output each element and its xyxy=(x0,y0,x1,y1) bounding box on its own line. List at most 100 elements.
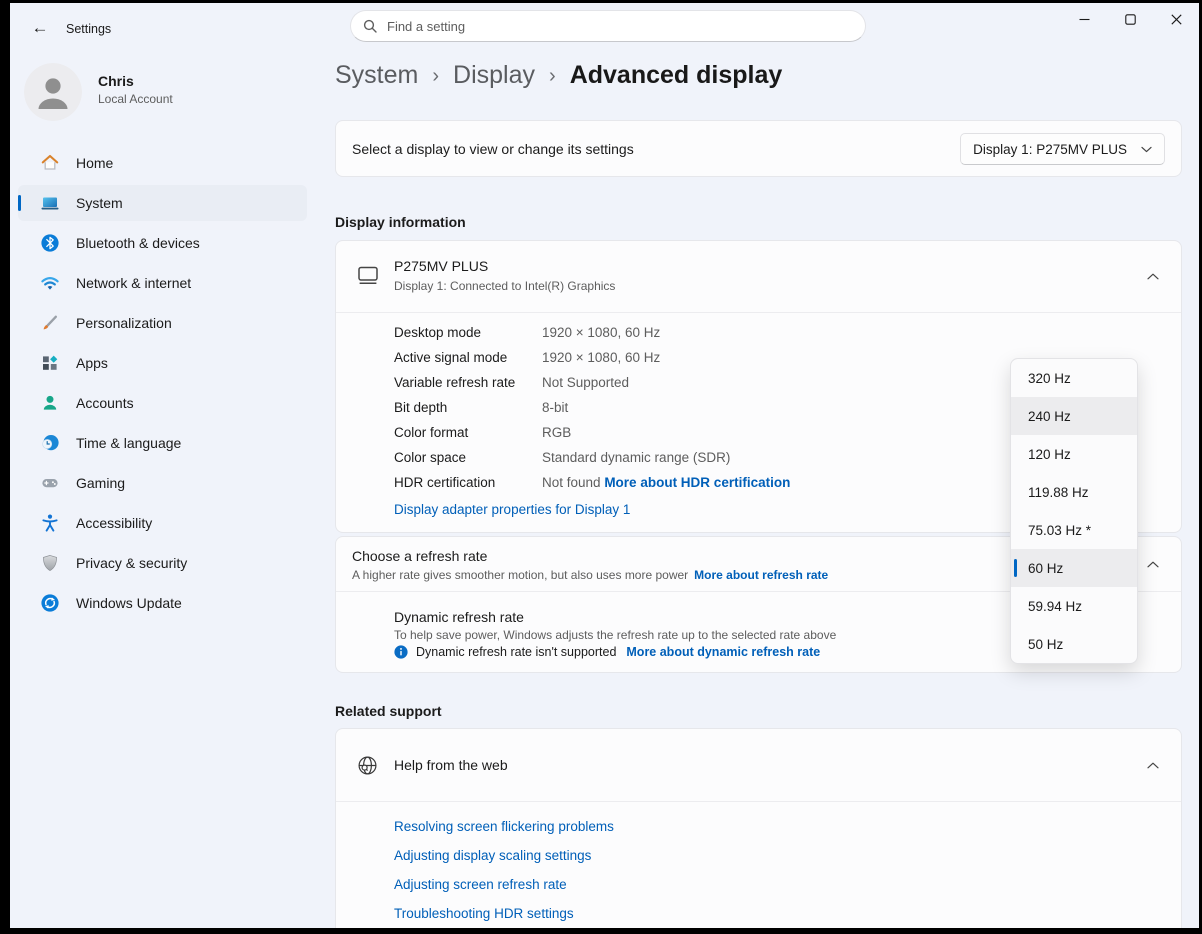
rate-option-240hz[interactable]: 240 Hz xyxy=(1011,397,1137,435)
sidebar-item-bluetooth-devices[interactable]: Bluetooth & devices xyxy=(18,225,307,261)
selected-accent-pill xyxy=(18,195,21,211)
privacy-icon xyxy=(40,553,60,573)
close-button[interactable] xyxy=(1153,3,1199,35)
display-select-dropdown[interactable]: Display 1: P275MV PLUS xyxy=(960,133,1165,165)
rate-option-119-88hz[interactable]: 119.88 Hz xyxy=(1011,473,1137,511)
sidebar: Chris Local Account Home System Bluetoot… xyxy=(10,53,330,928)
accessibility-icon xyxy=(40,513,60,533)
time-language-icon xyxy=(40,433,60,453)
rate-option-75-03hz[interactable]: 75.03 Hz * xyxy=(1011,511,1137,549)
more-about-refresh-rate-link[interactable]: More about refresh rate xyxy=(694,568,828,582)
sidebar-item-label: System xyxy=(76,195,123,211)
rate-option-59-94hz[interactable]: 59.94 Hz xyxy=(1011,587,1137,625)
selected-accent-pill xyxy=(1014,559,1017,577)
maximize-button[interactable] xyxy=(1107,3,1153,35)
info-row-desktop-mode: Desktop mode1920 × 1080, 60 Hz xyxy=(394,320,1181,345)
page-title: Advanced display xyxy=(570,61,783,90)
help-link-screen-flickering[interactable]: Resolving screen flickering problems xyxy=(394,819,1181,848)
help-link-hdr-settings[interactable]: Troubleshooting HDR settings xyxy=(394,906,1181,928)
rate-option-120hz[interactable]: 120 Hz xyxy=(1011,435,1137,473)
sidebar-item-accessibility[interactable]: Accessibility xyxy=(18,505,307,541)
sidebar-item-label: Bluetooth & devices xyxy=(76,235,200,251)
sidebar-item-label: Accessibility xyxy=(76,515,152,531)
help-card: Help from the web Resolving screen flick… xyxy=(335,728,1182,928)
gaming-icon xyxy=(40,473,60,493)
minimize-button[interactable] xyxy=(1061,3,1107,35)
chevron-down-icon xyxy=(1141,146,1152,153)
search-box[interactable] xyxy=(350,10,866,42)
select-display-card: Select a display to view or change its s… xyxy=(335,120,1182,177)
info-icon xyxy=(394,645,408,659)
minimize-icon xyxy=(1079,14,1090,25)
display-information-header[interactable]: P275MV PLUS Display 1: Connected to Inte… xyxy=(336,241,1181,312)
refresh-rate-flyout: 320 Hz 240 Hz 120 Hz 119.88 Hz 75.03 Hz … xyxy=(1010,358,1138,664)
search-input[interactable] xyxy=(387,19,853,34)
sidebar-item-accounts[interactable]: Accounts xyxy=(18,385,307,421)
sidebar-item-home[interactable]: Home xyxy=(18,145,307,181)
display-name: P275MV PLUS xyxy=(394,258,488,274)
help-link-display-scaling[interactable]: Adjusting display scaling settings xyxy=(394,848,1181,877)
sidebar-item-label: Network & internet xyxy=(76,275,191,291)
sidebar-item-label: Time & language xyxy=(76,435,181,451)
back-icon: ← xyxy=(32,18,49,37)
rate-option-320hz[interactable]: 320 Hz xyxy=(1011,359,1137,397)
display-select-value: Display 1: P275MV PLUS xyxy=(973,142,1127,157)
collapse-display-info-button[interactable] xyxy=(1137,263,1169,291)
sidebar-item-personalization[interactable]: Personalization xyxy=(18,305,307,341)
sidebar-item-label: Personalization xyxy=(76,315,172,331)
sidebar-item-network-internet[interactable]: Network & internet xyxy=(18,265,307,301)
back-button[interactable]: ← xyxy=(24,13,56,43)
accounts-icon xyxy=(40,393,60,413)
select-display-label: Select a display to view or change its s… xyxy=(352,141,634,157)
dynamic-refresh-rate-subtitle: To help save power, Windows adjusts the … xyxy=(394,628,836,642)
rate-option-60hz[interactable]: 60 Hz xyxy=(1011,549,1137,587)
titlebar: ← Settings xyxy=(10,3,1199,53)
related-support-heading: Related support xyxy=(335,703,442,719)
window-controls xyxy=(1061,3,1199,35)
dynamic-refresh-rate-title: Dynamic refresh rate xyxy=(394,609,524,625)
sidebar-item-label: Accounts xyxy=(76,395,134,411)
more-about-hdr-link[interactable]: More about HDR certification xyxy=(604,475,790,490)
help-header[interactable]: Help from the web xyxy=(336,729,1181,801)
personalization-icon xyxy=(40,313,60,333)
display-adapter-properties-link[interactable]: Display adapter properties for Display 1 xyxy=(394,502,630,517)
rate-option-50hz[interactable]: 50 Hz xyxy=(1011,625,1137,663)
sidebar-item-privacy-security[interactable]: Privacy & security xyxy=(18,545,307,581)
help-from-web-title: Help from the web xyxy=(394,757,508,773)
refresh-rate-subtitle: A higher rate gives smoother motion, but… xyxy=(352,568,828,582)
chevron-up-icon xyxy=(1147,273,1159,280)
user-account-type: Local Account xyxy=(98,92,173,106)
system-icon xyxy=(40,193,60,213)
dynamic-refresh-rate-status: Dynamic refresh rate isn't supported Mor… xyxy=(394,645,820,659)
sidebar-item-label: Apps xyxy=(76,355,108,371)
sidebar-item-windows-update[interactable]: Windows Update xyxy=(18,585,307,621)
windows-update-icon xyxy=(40,593,60,613)
sidebar-item-label: Home xyxy=(76,155,113,171)
user-name: Chris xyxy=(98,73,134,89)
hdr-value: Not found xyxy=(542,475,601,490)
home-icon xyxy=(40,153,60,173)
sidebar-item-label: Windows Update xyxy=(76,595,182,611)
chevron-up-icon xyxy=(1147,561,1159,568)
user-silhouette-icon xyxy=(24,63,82,121)
dynamic-status-text: Dynamic refresh rate isn't supported xyxy=(416,645,616,659)
help-link-refresh-rate[interactable]: Adjusting screen refresh rate xyxy=(394,877,1181,906)
sidebar-item-time-language[interactable]: Time & language xyxy=(18,425,307,461)
maximize-icon xyxy=(1125,14,1136,25)
collapse-refresh-rate-button[interactable] xyxy=(1137,550,1169,578)
sidebar-item-system[interactable]: System xyxy=(18,185,307,221)
display-connection: Display 1: Connected to Intel(R) Graphic… xyxy=(394,279,615,293)
breadcrumb-display[interactable]: Display xyxy=(453,61,535,90)
search-icon xyxy=(363,19,377,33)
breadcrumb-separator-icon: › xyxy=(549,63,556,88)
sidebar-item-apps[interactable]: Apps xyxy=(18,345,307,381)
breadcrumb-system[interactable]: System xyxy=(335,61,418,90)
display-information-heading: Display information xyxy=(335,214,466,230)
more-about-dynamic-refresh-rate-link[interactable]: More about dynamic refresh rate xyxy=(626,645,820,659)
avatar[interactable] xyxy=(24,63,82,121)
sidebar-item-gaming[interactable]: Gaming xyxy=(18,465,307,501)
collapse-help-button[interactable] xyxy=(1137,751,1169,779)
monitor-icon xyxy=(356,265,380,286)
globe-search-icon xyxy=(356,754,379,777)
sidebar-nav: Home System Bluetooth & devices Network … xyxy=(18,145,307,625)
